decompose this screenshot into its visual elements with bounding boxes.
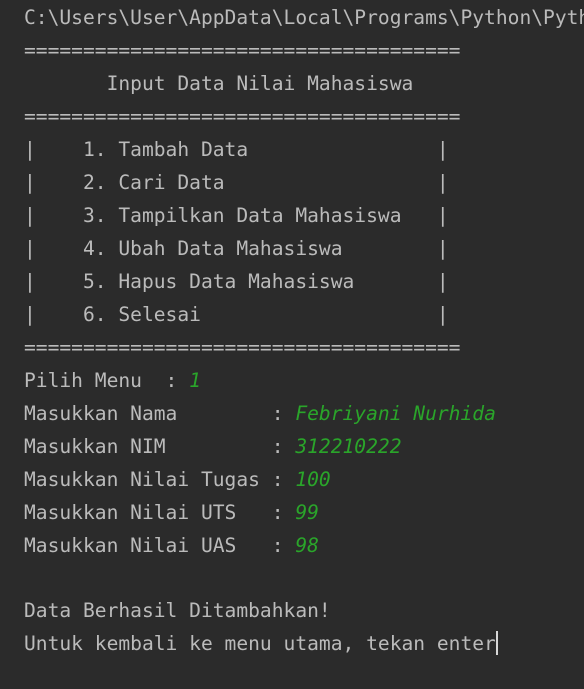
prompt-value: 100	[295, 468, 331, 491]
prompt-label: Masukkan Nilai UTS :	[24, 501, 296, 524]
prompt-value: 99	[295, 501, 319, 524]
separator-title: =====================================	[24, 105, 461, 128]
prompt-nilai-tugas: Masukkan Nilai Tugas : 100	[24, 465, 331, 495]
success-message: Data Berhasil Ditambahkan!	[24, 599, 331, 622]
return-prompt-line[interactable]: Untuk kembali ke menu utama, tekan enter	[24, 629, 498, 659]
prompt-nilai-uas: Masukkan Nilai UAS : 98	[24, 531, 319, 561]
prompt-value: 312210222	[295, 435, 402, 458]
prompt-label: Pilih Menu :	[24, 369, 190, 392]
prompt-label: Masukkan NIM :	[24, 435, 296, 458]
prompt-label: Masukkan Nilai UAS :	[24, 534, 296, 557]
menu-item-tambah: | 1. Tambah Data |	[24, 138, 449, 161]
menu-item-tampilkan: | 3. Tampilkan Data Mahasiswa |	[24, 204, 449, 227]
separator-bottom: =====================================	[24, 336, 461, 359]
menu-item-hapus: | 5. Hapus Data Mahasiswa |	[24, 270, 449, 293]
menu-item-cari: | 2. Cari Data |	[24, 171, 449, 194]
prompt-nama: Masukkan Nama : Febriyani Nurhida	[24, 399, 496, 429]
prompt-label: Masukkan Nilai Tugas :	[24, 468, 296, 491]
prompt-value: 1	[189, 369, 201, 392]
console-output[interactable]: C:\Users\User\AppData\Local\Programs\Pyt…	[0, 0, 584, 689]
text-cursor	[495, 630, 498, 655]
separator-top: =====================================	[24, 39, 461, 62]
prompt-value: Febriyani Nurhida	[295, 402, 496, 425]
prompt-value: 98	[295, 534, 319, 557]
return-message: Untuk kembali ke menu utama, tekan enter	[24, 632, 496, 655]
menu-title: Input Data Nilai Mahasiswa	[24, 72, 414, 95]
prompt-label: Masukkan Nama :	[24, 402, 296, 425]
prompt-pilih-menu: Pilih Menu : 1	[24, 366, 201, 396]
menu-item-ubah: | 4. Ubah Data Mahasiswa |	[24, 237, 449, 260]
prompt-nilai-uts: Masukkan Nilai UTS : 99	[24, 498, 319, 528]
menu-item-selesai: | 6. Selesai |	[24, 303, 449, 326]
prompt-nim: Masukkan NIM : 312210222	[24, 432, 402, 462]
console-path-line: C:\Users\User\AppData\Local\Programs\Pyt…	[24, 6, 584, 29]
